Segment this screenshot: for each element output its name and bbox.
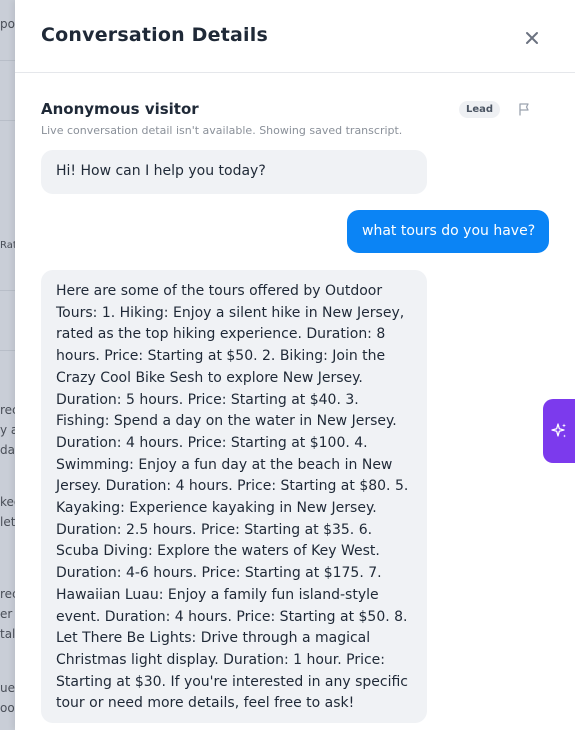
background-text: ue (0, 681, 15, 695)
close-button[interactable] (520, 26, 544, 50)
background-text: rec (0, 587, 15, 601)
background-text: po (0, 17, 15, 31)
bot-message: Here are some of the tours offered by Ou… (41, 270, 427, 723)
background-divider (0, 290, 15, 291)
conversation-details-panel: Conversation Details Anonymous visitor L… (15, 0, 575, 730)
panel-header: Conversation Details (15, 0, 575, 73)
panel-title: Conversation Details (41, 24, 268, 46)
user-message: what tours do you have? (347, 210, 549, 253)
background-text: Rat (0, 240, 15, 251)
background-divider (0, 60, 15, 61)
visitor-name: Anonymous visitor (41, 100, 199, 118)
background-text: let (0, 515, 15, 529)
background-divider (0, 120, 15, 121)
background-text: er (0, 607, 13, 621)
background-text: tal (0, 627, 15, 641)
bot-message: Hi! How can I help you today? (41, 150, 427, 194)
background-text: rec (0, 403, 15, 417)
flag-icon[interactable] (517, 102, 531, 116)
close-icon (526, 32, 538, 44)
background-text: ked (0, 495, 15, 509)
transcript-status-note: Live conversation detail isn't available… (41, 124, 403, 137)
ai-assistant-button[interactable] (543, 399, 575, 463)
background-page: po Rat rec y a day ked let rec er tal ue… (0, 0, 15, 730)
background-text: oo (0, 701, 15, 715)
background-text: y a (0, 423, 15, 437)
background-text: day (0, 443, 15, 457)
sparkles-icon (551, 423, 566, 438)
background-divider (0, 350, 15, 351)
lead-badge: Lead (459, 101, 501, 118)
